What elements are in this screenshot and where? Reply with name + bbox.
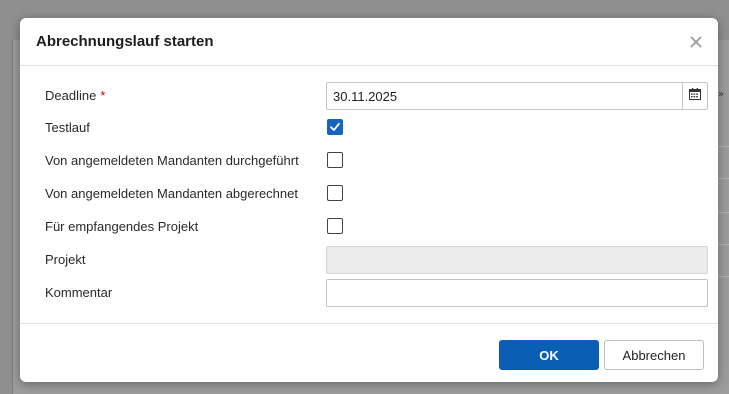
background-divider	[717, 146, 729, 147]
abgerechnet-label: Von angemeldeten Mandanten abgerechnet	[45, 186, 298, 201]
projekt-label: Projekt	[45, 252, 86, 267]
date-picker-button[interactable]	[682, 82, 708, 110]
empfangendes-projekt-row: Für empfangendes Projekt	[20, 213, 718, 241]
close-button[interactable]	[686, 32, 706, 52]
durchgefuehrt-checkbox[interactable]	[327, 152, 343, 168]
projekt-row: Projekt	[20, 246, 718, 274]
durchgefuehrt-label: Von angemeldeten Mandanten durchgeführt	[45, 153, 299, 168]
chevron-down-double-icon: »	[718, 89, 725, 100]
background-divider	[717, 212, 729, 213]
ok-button[interactable]: OK	[499, 340, 599, 370]
projekt-input[interactable]	[326, 246, 708, 274]
empfangendes-projekt-checkbox[interactable]	[327, 218, 343, 234]
dialog-title: Abrechnungslauf starten	[36, 33, 214, 50]
close-icon	[690, 36, 702, 48]
kommentar-row: Kommentar	[20, 279, 718, 307]
background-divider	[717, 178, 729, 179]
deadline-row: Deadline *	[20, 82, 718, 110]
calendar-icon	[689, 87, 701, 105]
background-divider	[717, 244, 729, 245]
dialog-abrechnungslauf: Abrechnungslauf starten Deadline * 30.11…	[20, 18, 718, 382]
background-divider	[717, 276, 729, 277]
deadline-label: Deadline *	[45, 88, 106, 103]
dialog-footer: OK Abbrechen	[20, 323, 718, 382]
dialog-body: Deadline * 30.11.2025 Testlauf Von angem…	[20, 66, 718, 323]
required-marker: *	[100, 88, 106, 103]
deadline-input[interactable]	[326, 82, 682, 110]
testlauf-label: Testlauf	[45, 120, 90, 135]
testlauf-row: Testlauf	[20, 114, 718, 142]
kommentar-label: Kommentar	[45, 285, 113, 300]
kommentar-input[interactable]	[326, 279, 708, 307]
abgerechnet-row: Von angemeldeten Mandanten abgerechnet	[20, 180, 718, 208]
empfangendes-projekt-label: Für empfangendes Projekt	[45, 219, 199, 234]
testlauf-checkbox[interactable]	[327, 119, 343, 135]
durchgefuehrt-row: Von angemeldeten Mandanten durchgeführt	[20, 147, 718, 175]
abgerechnet-checkbox[interactable]	[327, 185, 343, 201]
dialog-header: Abrechnungslauf starten	[20, 18, 718, 66]
cancel-button[interactable]: Abbrechen	[604, 340, 704, 370]
